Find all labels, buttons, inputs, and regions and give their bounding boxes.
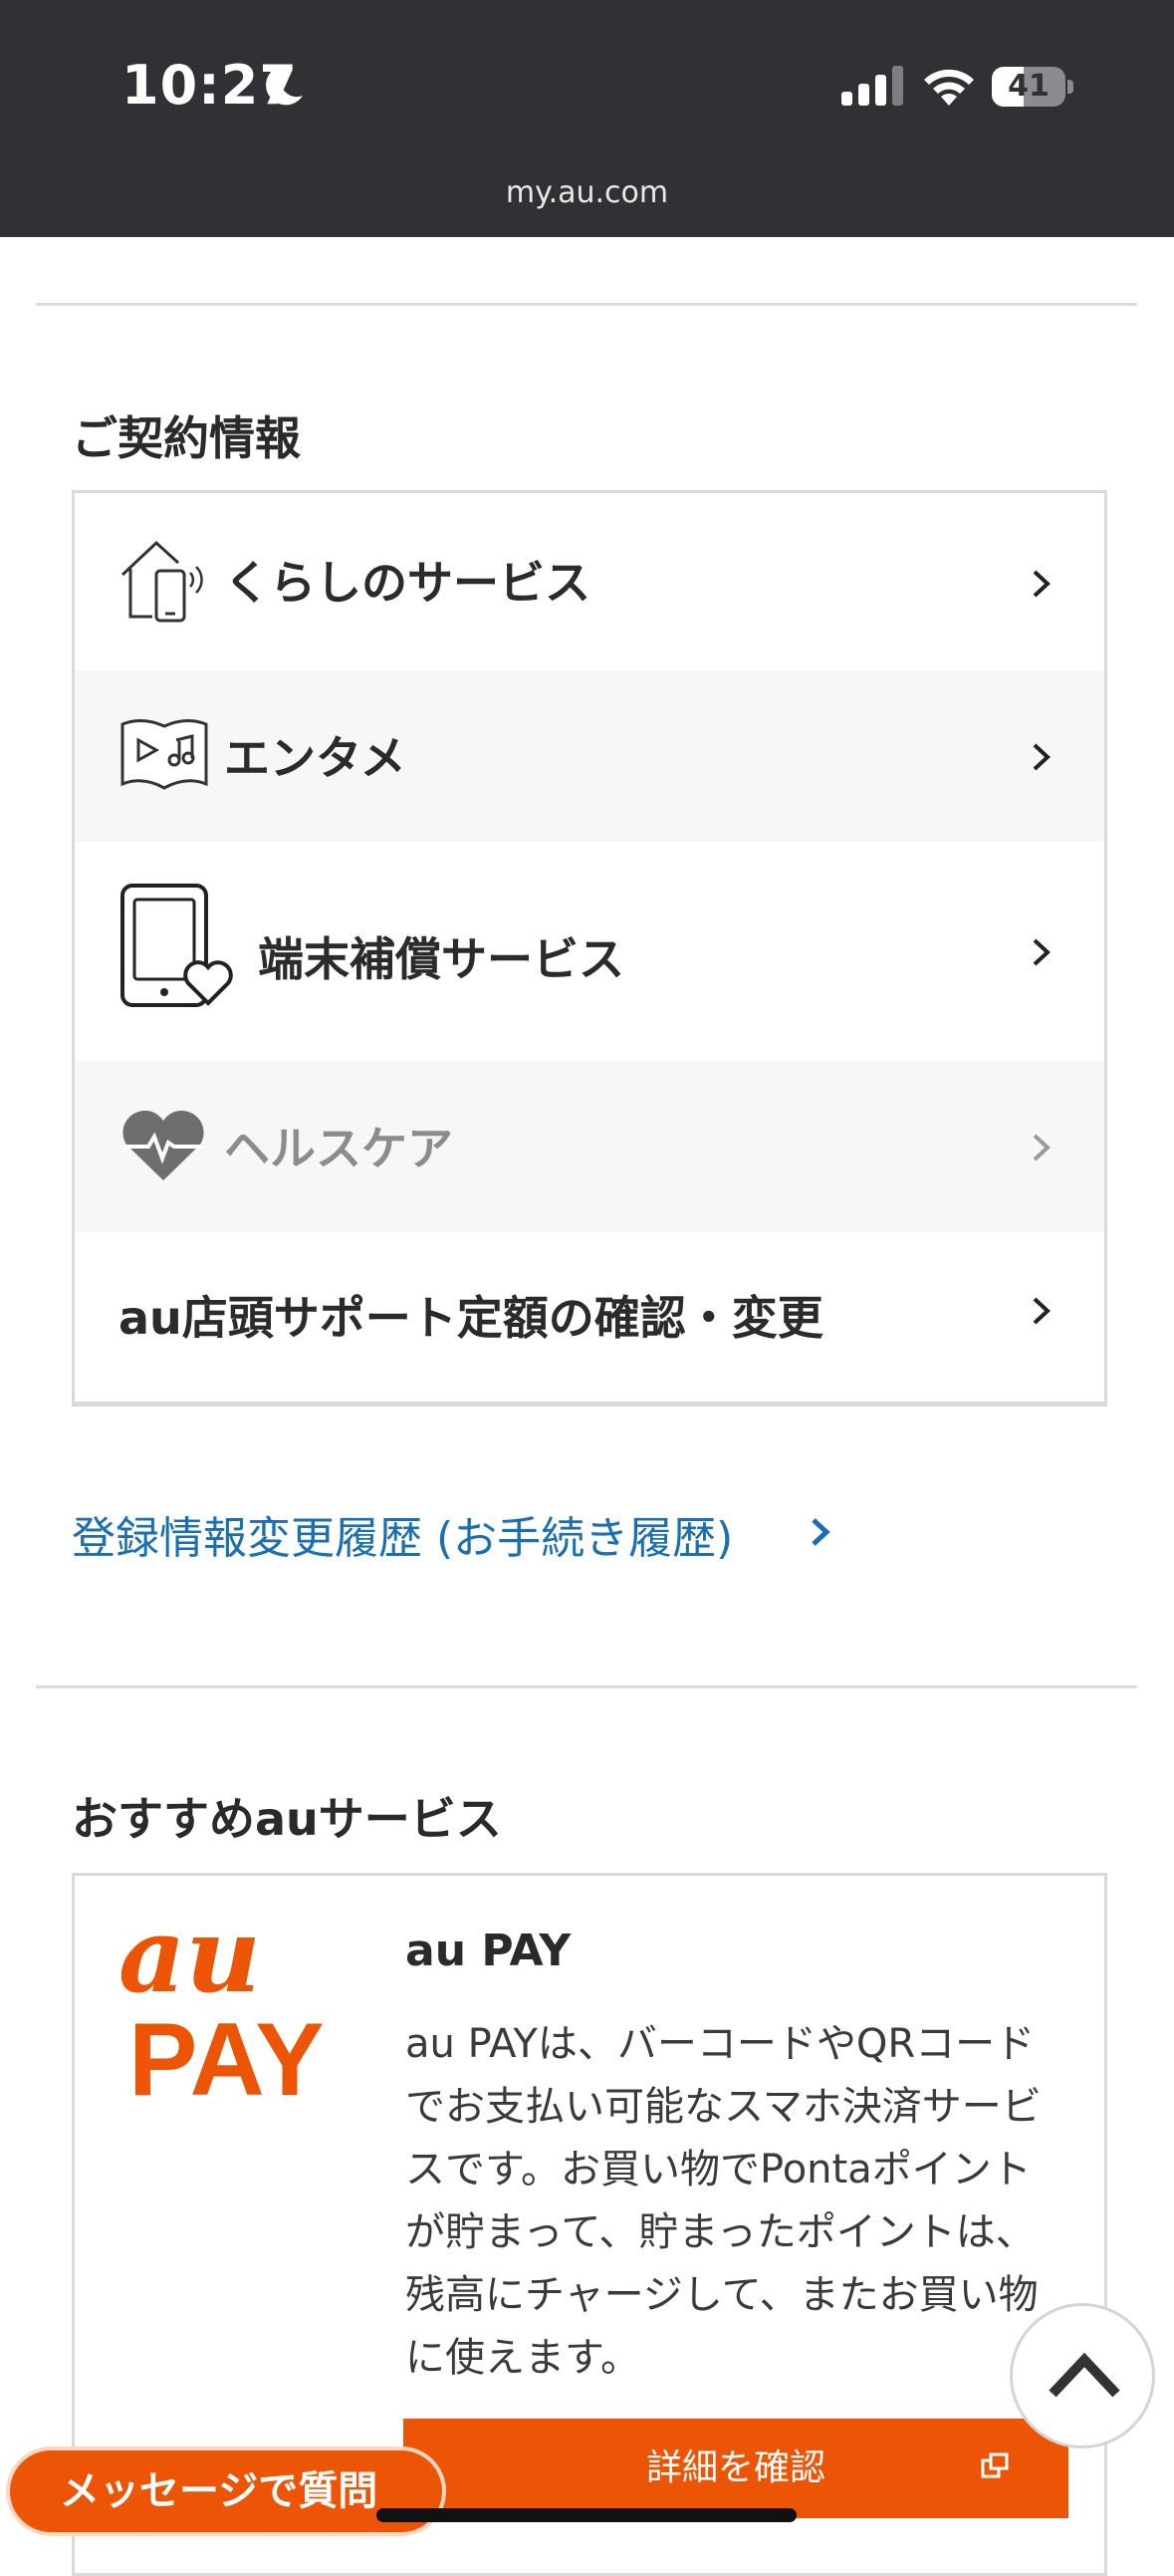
home-indicator — [376, 2508, 797, 2522]
chevron-right-icon[interactable] — [809, 1516, 832, 1548]
home-smartphone-icon — [120, 540, 203, 623]
book-music-icon — [120, 719, 208, 790]
chevron-right-icon — [1033, 570, 1051, 598]
external-link-icon — [981, 2452, 1009, 2478]
moon-icon — [266, 65, 303, 106]
menu-item-entertainment[interactable]: エンタメ — [75, 670, 1104, 842]
divider — [36, 303, 1137, 306]
logo-text-au: au — [118, 1906, 261, 2016]
menu-item-label: エンタメ — [224, 731, 406, 785]
wifi-icon — [924, 69, 974, 106]
logo-text-pay: PAY — [128, 2002, 325, 2105]
menu-item-store-support[interactable]: au店頭サポート定額の確認・変更 — [75, 1232, 1104, 1397]
history-link[interactable]: 登録情報変更履歴 (お手続き履歴) — [72, 1502, 733, 1566]
chevron-right-icon — [1033, 743, 1051, 771]
details-button[interactable]: 詳細を確認 — [403, 2419, 1068, 2518]
menu-item-label: 端末補償サービス — [258, 932, 624, 986]
signal-icon — [841, 66, 903, 106]
recommend-section-title: おすすめauサービス — [72, 1792, 502, 1846]
chevron-up-icon — [1049, 2352, 1120, 2398]
chevron-right-icon — [1033, 938, 1051, 966]
contract-menu-card: くらしのサービス エンタメ 端末補償サービス ヘルスケア au店頭サポート定額の… — [72, 490, 1107, 1407]
status-bar: 10:27 41 my.au.com — [0, 0, 1174, 237]
menu-item-healthcare[interactable]: ヘルスケア — [75, 1061, 1104, 1232]
menu-item-device-protection[interactable]: 端末補償サービス — [75, 842, 1104, 1061]
scroll-to-top-button[interactable] — [1010, 2303, 1155, 2448]
menu-item-label: くらしのサービス — [224, 556, 590, 610]
menu-item-label: au店頭サポート定額の確認・変更 — [118, 1291, 823, 1345]
url-bar[interactable]: my.au.com — [0, 175, 1174, 210]
device-heart-icon — [120, 884, 233, 1007]
message-question-button[interactable]: メッセージで質問 — [6, 2447, 446, 2536]
chevron-right-icon — [1033, 1134, 1051, 1161]
contract-section-title: ご契約情報 — [72, 411, 301, 465]
battery-level: 41 — [1008, 69, 1050, 104]
heart-pulse-icon — [122, 1111, 204, 1180]
au-pay-logo: au PAY — [118, 1906, 325, 2105]
menu-item-label: ヘルスケア — [224, 1122, 453, 1175]
menu-item-living-services[interactable]: くらしのサービス — [75, 493, 1104, 670]
chevron-right-icon — [1033, 1297, 1051, 1325]
service-title: au PAY — [405, 1926, 572, 1976]
service-description: au PAYは、バーコードやQRコードでお支払い可能なスマホ決済サービスです。お… — [405, 2021, 1042, 2381]
details-button-label: 詳細を確認 — [645, 2447, 825, 2488]
divider — [36, 1685, 1137, 1688]
battery-icon: 41 — [992, 67, 1073, 107]
